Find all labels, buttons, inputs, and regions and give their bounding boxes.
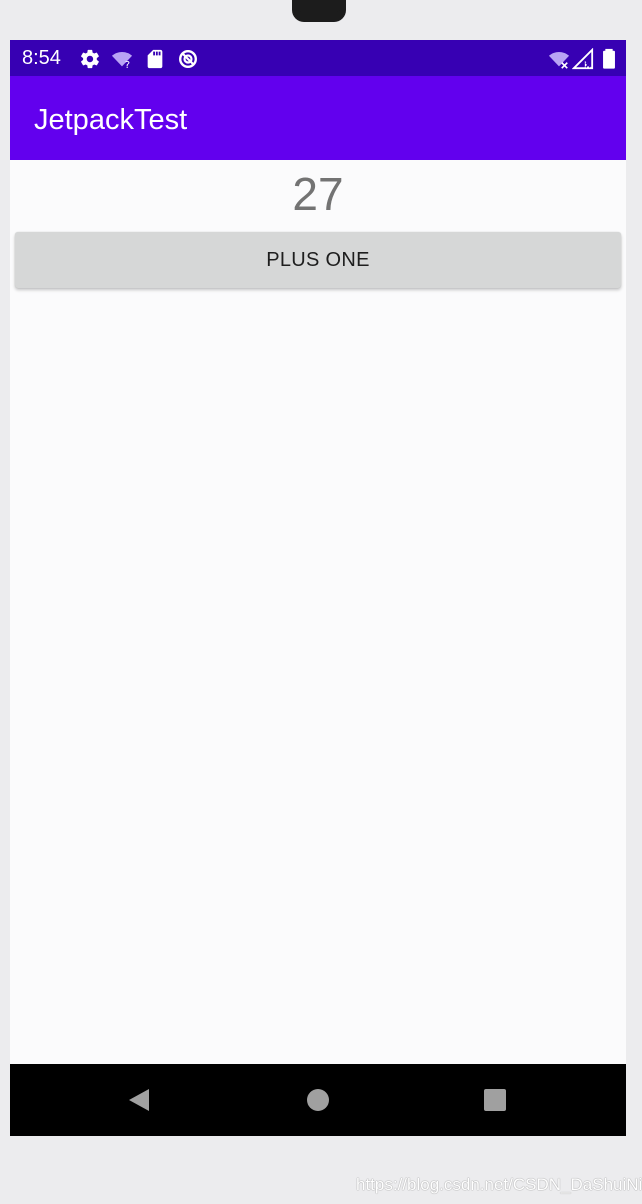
home-icon[interactable] xyxy=(307,1089,329,1111)
back-icon[interactable] xyxy=(127,1088,151,1112)
front-camera xyxy=(292,0,346,22)
watermark-text: https://blog.csdn.net/CSDN_DaShuiNiu xyxy=(356,1175,642,1194)
sd-card-icon xyxy=(144,48,166,70)
navigation-bar xyxy=(10,1064,626,1136)
svg-text:?: ? xyxy=(125,60,130,70)
signal-off-icon xyxy=(572,48,594,70)
plus-one-button[interactable]: PLUS ONE xyxy=(15,232,621,288)
phone-screen: 8:54 ? JetpackTest 27 PLUS ONE xyxy=(10,40,626,1136)
counter-value: 27 xyxy=(292,168,344,220)
status-bar: 8:54 ? xyxy=(10,40,626,76)
data-saver-icon xyxy=(177,48,199,70)
battery-icon xyxy=(598,48,620,70)
app-title: JetpackTest xyxy=(34,104,188,136)
recents-icon[interactable] xyxy=(484,1089,506,1111)
settings-icon xyxy=(79,48,101,70)
wifi-question-icon: ? xyxy=(111,48,133,70)
wifi-off-icon xyxy=(548,48,570,70)
app-bar: JetpackTest xyxy=(10,76,626,160)
status-time: 8:54 xyxy=(22,47,61,69)
